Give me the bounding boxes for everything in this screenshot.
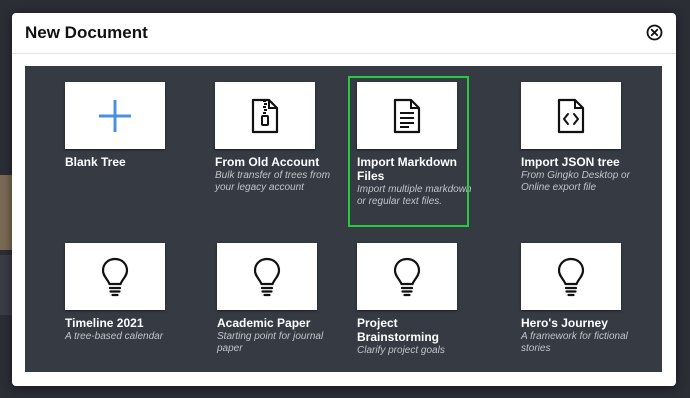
template-card-import-json[interactable]: Import JSON tree From Gingko Desktop or …: [521, 82, 645, 194]
background-panel: [0, 175, 12, 250]
template-title: Import Markdown Files: [357, 155, 458, 183]
template-title: Hero's Journey: [521, 316, 608, 330]
template-thumbnail: [521, 243, 621, 310]
dialog-title: New Document: [25, 23, 148, 42]
template-description: Clarify project goals: [357, 345, 445, 356]
template-thumbnail: [65, 82, 165, 149]
lightbulb-icon: [253, 257, 281, 296]
template-description: A tree-based calendar: [65, 331, 164, 342]
template-card-from-old-account[interactable]: From Old Account Bulk transfer of trees …: [215, 82, 339, 194]
template-card-academic-paper[interactable]: Academic Paper Starting point for journa…: [217, 243, 341, 355]
template-card-import-markdown[interactable]: Import Markdown Files Import multiple ma…: [348, 76, 481, 227]
template-description: From Gingko Desktop or Online export fil…: [521, 170, 630, 193]
template-thumbnail: [215, 82, 315, 149]
template-title: Blank Tree: [65, 155, 126, 169]
template-description: A framework for fictional stories: [521, 331, 628, 354]
template-description: Bulk transfer of trees from your legacy …: [215, 170, 331, 193]
lightbulb-icon: [101, 257, 129, 296]
template-title: From Old Account: [215, 155, 320, 169]
code-file-icon: [557, 98, 585, 133]
template-description: Starting point for journal paper: [217, 331, 324, 354]
close-circle-icon: [646, 24, 663, 41]
lightbulb-icon: [393, 257, 421, 296]
plus-icon: [99, 99, 131, 132]
template-thumbnail: [217, 243, 317, 310]
template-thumbnail: [357, 82, 457, 149]
template-thumbnail: [357, 243, 457, 310]
template-description: Import multiple markdown or regular text…: [357, 184, 472, 207]
template-title: Import JSON tree: [521, 155, 620, 169]
template-title: Timeline 2021: [65, 316, 144, 330]
header-divider: [12, 53, 676, 54]
template-grid: Blank Tree From Old Account Bulk transfe…: [25, 66, 662, 372]
zip-file-icon: [251, 98, 279, 133]
close-button[interactable]: [646, 24, 663, 41]
template-title: Project Brainstorming: [357, 316, 440, 344]
template-card-project-brainstorming[interactable]: Project Brainstorming Clarify project go…: [357, 243, 481, 357]
template-title: Academic Paper: [217, 316, 311, 330]
background-panel: [0, 255, 12, 315]
template-thumbnail: [65, 243, 165, 310]
template-card-timeline-2021[interactable]: Timeline 2021 A tree-based calendar: [65, 243, 189, 343]
new-document-dialog: New Document Blank Tree From Old Account…: [12, 13, 676, 386]
template-card-heros-journey[interactable]: Hero's Journey A framework for fictional…: [521, 243, 645, 355]
template-card-blank-tree[interactable]: Blank Tree: [65, 82, 189, 170]
template-thumbnail: [521, 82, 621, 149]
lightbulb-icon: [557, 257, 585, 296]
text-file-icon: [393, 98, 421, 133]
